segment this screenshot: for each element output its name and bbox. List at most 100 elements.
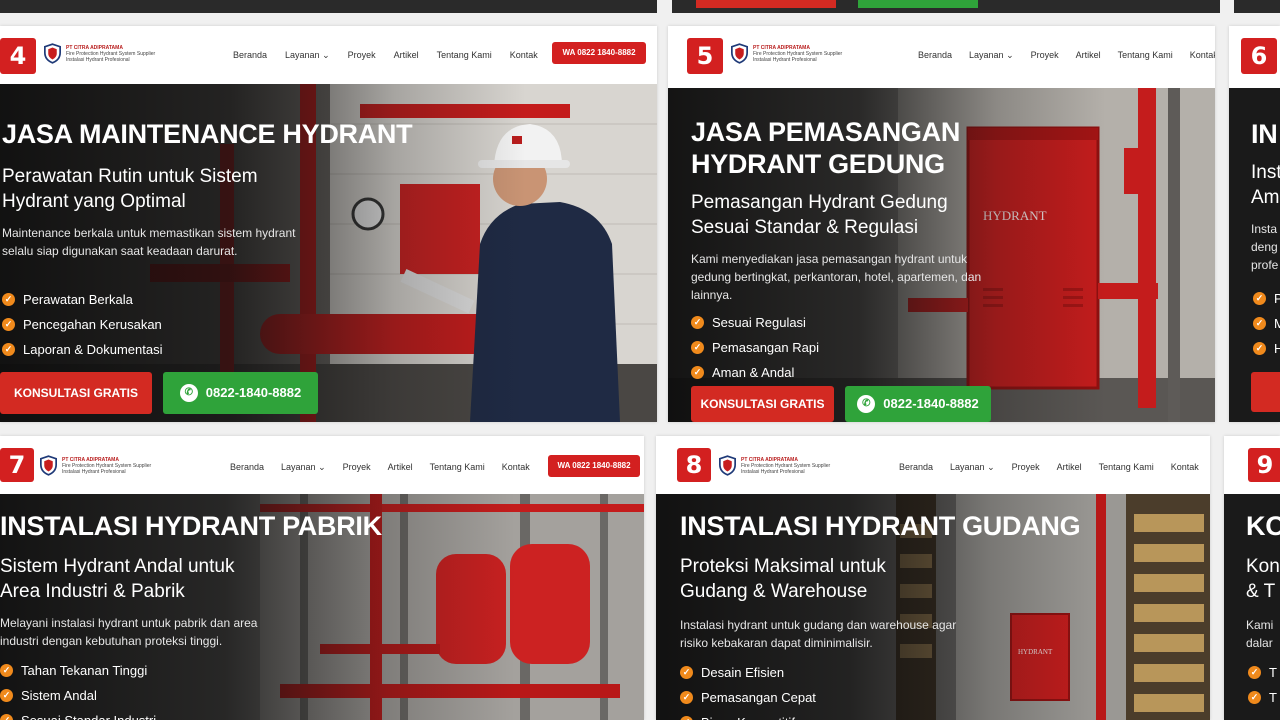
- check-icon: ✓: [680, 716, 693, 720]
- subtitle-line: Kon: [1246, 556, 1280, 577]
- list-item-label: Laporan & Dokumentasi: [23, 342, 163, 357]
- shield-logo-icon: [40, 455, 57, 476]
- hero-section: JASA MAINTENANCE HYDRANT Perawatan Rutin…: [0, 84, 657, 422]
- list-item: ✓ Biaya Kompetitif: [680, 710, 816, 720]
- menu-item-artikel[interactable]: Artikel: [1076, 50, 1101, 61]
- card-number: 8: [677, 448, 711, 482]
- menu-item-artikel[interactable]: Artikel: [394, 50, 419, 61]
- menu-item-layanan[interactable]: Layanan ⌄: [950, 462, 995, 473]
- list-item: ✓ T: [1248, 685, 1277, 710]
- list-item: ✓ M: [1253, 311, 1280, 336]
- menu-item-proyek[interactable]: Proyek: [1031, 50, 1059, 61]
- menu-item-beranda[interactable]: Beranda: [918, 50, 952, 61]
- menu-item-kontak[interactable]: Kontak: [1190, 50, 1215, 61]
- main-menu: Beranda Layanan ⌄ Proyek Artikel Tentang…: [918, 50, 1215, 61]
- list-item: ✓ T: [1248, 660, 1277, 685]
- hero-section: KO Kon & T Kami dalar ✓ T ✓ T: [1224, 494, 1280, 720]
- check-icon: ✓: [2, 343, 15, 356]
- shield-logo-icon: [44, 43, 61, 64]
- whatsapp-header-button[interactable]: WA 0822 1840-8882: [548, 455, 640, 477]
- site-header: 8 PT CITRA ADIPRATAMA Fire Protection Hy…: [656, 436, 1210, 494]
- menu-item-tentang-kami[interactable]: Tentang Kami: [1099, 462, 1154, 473]
- card-number: 4: [0, 38, 36, 74]
- list-item-label: Pencegahan Kerusakan: [23, 317, 162, 332]
- subtitle-line: Inst: [1251, 162, 1280, 183]
- list-item: ✓ Laporan & Dokumentasi: [2, 337, 162, 362]
- whatsapp-number: 0822-1840-8882: [205, 385, 302, 400]
- check-icon: ✓: [0, 714, 13, 720]
- menu-item-beranda[interactable]: Beranda: [233, 50, 267, 61]
- hero-subtitle: Perawatan Rutin untuk Sistem Hydrant yan…: [2, 164, 258, 214]
- whatsapp-header-button[interactable]: WA 0822 1840-8882: [552, 42, 646, 64]
- check-icon: ✓: [1248, 691, 1261, 704]
- list-item-label: T: [1269, 690, 1277, 705]
- menu-item-artikel[interactable]: Artikel: [388, 462, 413, 473]
- card-maintenance: 4 PT CITRA ADIPRATAMA Fire Protection Hy…: [0, 26, 657, 422]
- check-icon: ✓: [691, 366, 704, 379]
- consult-button[interactable]: [1251, 372, 1280, 412]
- check-icon: ✓: [0, 664, 13, 677]
- check-icon: ✓: [0, 689, 13, 702]
- check-icon: ✓: [691, 316, 704, 329]
- chevron-down-icon: ⌄: [987, 462, 995, 472]
- card-number: 6: [1241, 38, 1277, 74]
- card-number: 7: [0, 448, 34, 482]
- list-item: ✓ H: [1253, 336, 1280, 361]
- list-item-label: P: [1274, 291, 1280, 306]
- menu-label: Layanan: [281, 462, 316, 472]
- menu-item-artikel[interactable]: Artikel: [1057, 462, 1082, 473]
- menu-item-kontak[interactable]: Kontak: [510, 50, 538, 61]
- hero-title: JASA MAINTENANCE HYDRANT: [2, 119, 413, 149]
- menu-item-tentang-kami[interactable]: Tentang Kami: [437, 50, 492, 61]
- menu-item-layanan[interactable]: Layanan ⌄: [969, 50, 1014, 61]
- logo-text: Instalasi Hydrant Profesional: [62, 469, 126, 475]
- menu-item-proyek[interactable]: Proyek: [1012, 462, 1040, 473]
- consult-button[interactable]: KONSULTASI GRATIS: [691, 386, 834, 422]
- whatsapp-button[interactable]: ✆ 0822-1840-8882: [845, 386, 991, 422]
- menu-item-beranda[interactable]: Beranda: [899, 462, 933, 473]
- subtitle-line: Gudang & Warehouse: [680, 581, 868, 602]
- check-icon: ✓: [1253, 342, 1266, 355]
- main-menu: Beranda Layanan ⌄ Proyek Artikel Tentang…: [899, 462, 1210, 473]
- title-line: HYDRANT GEDUNG: [691, 149, 945, 179]
- whatsapp-icon: ✆: [857, 395, 876, 413]
- hero-subtitle: Kon & T: [1246, 554, 1280, 604]
- menu-label: Layanan: [969, 50, 1004, 60]
- hero-title: INSTALASI HYDRANT PABRIK: [0, 511, 382, 541]
- hero-title: KO: [1246, 511, 1280, 541]
- list-item-label: Sesuai Regulasi: [712, 315, 806, 330]
- hero-title: INSTALASI HYDRANT GUDANG: [680, 511, 1081, 541]
- menu-item-tentang-kami[interactable]: Tentang Kami: [430, 462, 485, 473]
- main-menu: Beranda Layanan ⌄ Proyek Artikel Tentang…: [230, 462, 530, 473]
- consult-button[interactable]: KONSULTASI GRATIS: [0, 372, 152, 414]
- menu-item-layanan[interactable]: Layanan ⌄: [281, 462, 326, 473]
- menu-item-tentang-kami[interactable]: Tentang Kami: [1118, 50, 1173, 61]
- menu-item-kontak[interactable]: Kontak: [1171, 462, 1199, 473]
- check-icon: ✓: [1253, 317, 1266, 330]
- check-icon: ✓: [680, 666, 693, 679]
- logo-text: Instalasi Hydrant Profesional: [753, 57, 817, 63]
- menu-item-proyek[interactable]: Proyek: [343, 462, 371, 473]
- list-item: ✓ Sistem Andal: [0, 683, 156, 708]
- chevron-down-icon: ⌄: [322, 50, 330, 60]
- shield-logo-icon: [731, 43, 748, 64]
- hero-section: INSTALASI HYDRANT PABRIK Sistem Hydrant …: [0, 494, 644, 720]
- subtitle-line: Sistem Hydrant Andal untuk: [0, 556, 235, 577]
- menu-item-proyek[interactable]: Proyek: [348, 50, 376, 61]
- check-icon: ✓: [1248, 666, 1261, 679]
- menu-item-kontak[interactable]: Kontak: [502, 462, 530, 473]
- menu-item-layanan[interactable]: Layanan ⌄: [285, 50, 330, 61]
- description-line: deng: [1251, 240, 1278, 254]
- list-item-label: Sesuai Standar Industri: [21, 708, 156, 720]
- menu-item-beranda[interactable]: Beranda: [230, 462, 264, 473]
- previous-card-strip: [0, 0, 657, 13]
- check-icon: ✓: [680, 691, 693, 704]
- site-header: 7 PT CITRA ADIPRATAMA Fire Protection Hy…: [0, 436, 644, 494]
- hero-description: Kami menyediakan jasa pemasangan hydrant…: [691, 252, 982, 302]
- subtitle-line: & T: [1246, 581, 1276, 602]
- main-menu: Beranda Layanan ⌄ Proyek Artikel Tentang…: [233, 50, 538, 61]
- whatsapp-button[interactable]: ✆ 0822-1840-8882: [163, 372, 318, 414]
- previous-card-strip: [1234, 0, 1280, 13]
- menu-label: Layanan: [285, 50, 320, 60]
- hero-section: IN Inst Am Insta deng profe ✓ P ✓ M ✓ H: [1229, 88, 1280, 422]
